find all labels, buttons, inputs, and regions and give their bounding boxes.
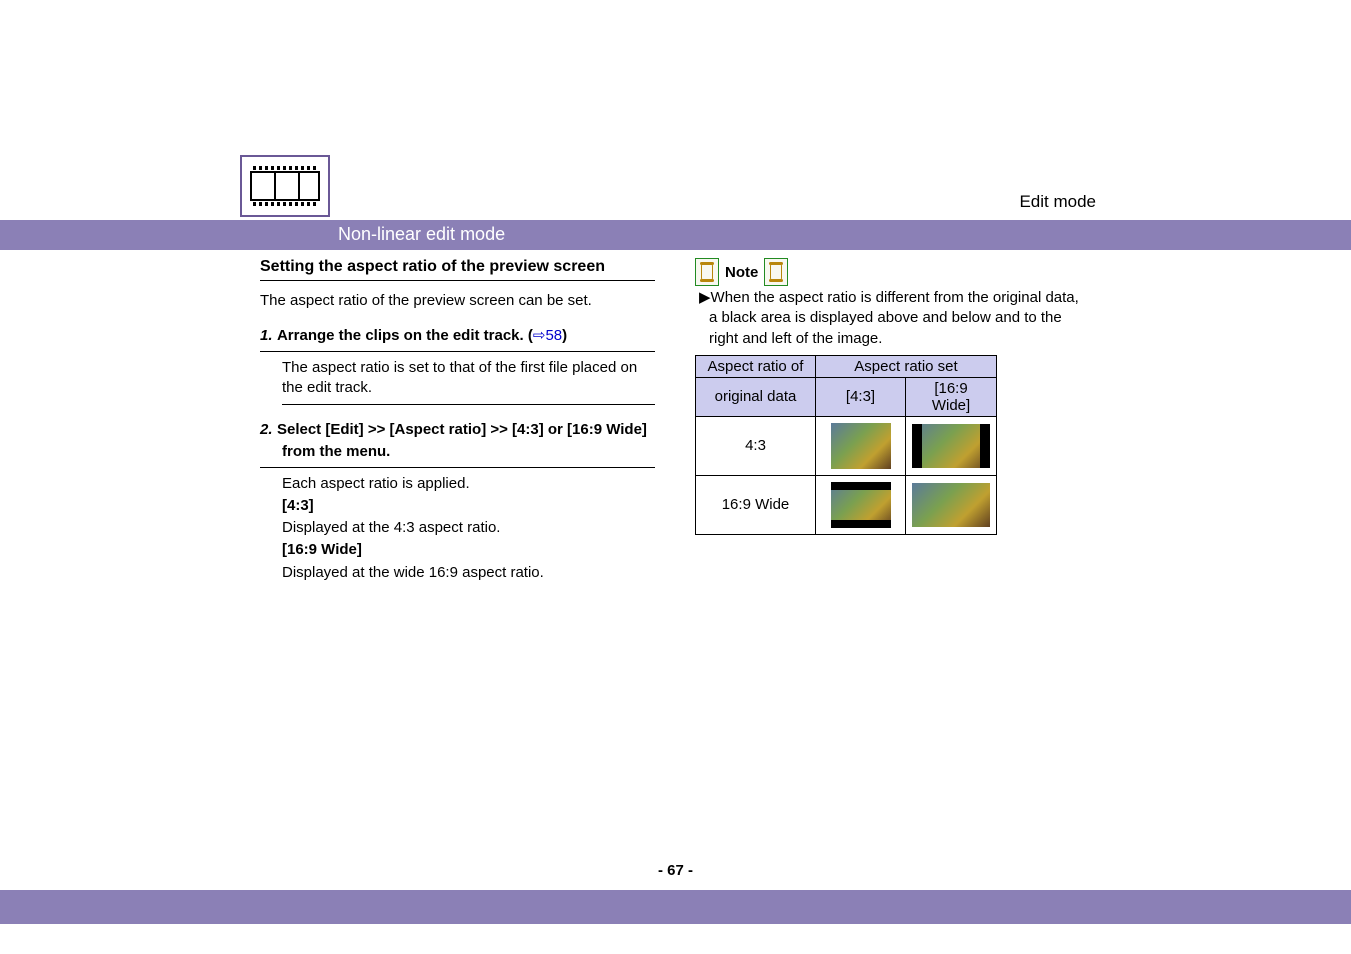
step-1-title: Arrange the clips on the edit track. — [277, 327, 528, 344]
col-set-header: Aspect ratio set — [816, 355, 997, 377]
table-subheader-row: original data [4:3] [16:9 Wide] — [696, 377, 997, 416]
row-4-3-label: 4:3 — [696, 416, 816, 475]
page-number: - 67 - — [0, 862, 1351, 879]
note-body: When the aspect ratio is different from … — [709, 289, 1079, 347]
option-16-9-label: [16:9 Wide] — [282, 540, 655, 560]
right-column: Note ▶When the aspect ratio is different… — [695, 258, 1090, 603]
link-page-number: 58 — [545, 327, 562, 344]
step-1-heading: 1. Arrange the clips on the edit track. … — [260, 325, 655, 352]
section-band: Non-linear edit mode — [0, 220, 1351, 250]
table-header-row: Aspect ratio of Aspect ratio set — [696, 355, 997, 377]
note-label: Note — [725, 264, 758, 281]
thumb-4-3-at-16-9 — [906, 416, 997, 475]
step-2-heading: 2. Select [Edit] >> [Aspect ratio] >> [4… — [260, 419, 655, 467]
option-4-3-desc: Displayed at the 4:3 aspect ratio. — [282, 518, 655, 538]
left-column: Setting the aspect ratio of the preview … — [260, 258, 655, 603]
page-58-link[interactable]: ⇨58 — [533, 327, 562, 344]
aspect-ratio-table: Aspect ratio of Aspect ratio set origina… — [695, 355, 997, 535]
step-2-number: 2. — [260, 421, 273, 438]
section-band-label: Non-linear edit mode — [338, 224, 505, 245]
step-2-line1: Each aspect ratio is applied. — [282, 474, 655, 494]
note-text: ▶When the aspect ratio is different from… — [695, 288, 1090, 349]
bullet-arrow-icon: ▶ — [699, 289, 711, 306]
edit-mode-label: Edit mode — [1019, 192, 1096, 212]
footer-band — [0, 890, 1351, 924]
step-1-number: 1. — [260, 327, 273, 344]
subcol-16-9: [16:9 Wide] — [906, 377, 997, 416]
option-16-9-desc: Displayed at the wide 16:9 aspect ratio. — [282, 563, 655, 583]
film-strip-icon — [240, 155, 330, 217]
col-original-header: Aspect ratio of — [696, 355, 816, 377]
step-2-desc: Each aspect ratio is applied. [4:3] Disp… — [282, 474, 655, 589]
thumb-16-9-at-16-9 — [906, 475, 997, 534]
option-4-3-label: [4:3] — [282, 496, 655, 516]
table-row: 16:9 Wide — [696, 475, 997, 534]
link-close: ) — [562, 327, 567, 344]
film-canister-icon — [695, 258, 719, 286]
section-title: Setting the aspect ratio of the preview … — [260, 258, 655, 281]
link-arrow-icon: ⇨ — [533, 327, 546, 344]
film-canister-icon — [764, 258, 788, 286]
subcol-4-3: [4:3] — [816, 377, 906, 416]
intro-text: The aspect ratio of the preview screen c… — [260, 291, 655, 311]
table-row: 4:3 — [696, 416, 997, 475]
step-2-title: Select [Edit] >> [Aspect ratio] >> [4:3]… — [277, 421, 647, 460]
col-original-header-line2: original data — [696, 377, 816, 416]
note-heading: Note — [695, 258, 1090, 286]
row-16-9-label: 16:9 Wide — [696, 475, 816, 534]
thumb-16-9-at-4-3 — [816, 475, 906, 534]
thumb-4-3-at-4-3 — [816, 416, 906, 475]
step-1-desc: The aspect ratio is set to that of the f… — [282, 358, 655, 406]
